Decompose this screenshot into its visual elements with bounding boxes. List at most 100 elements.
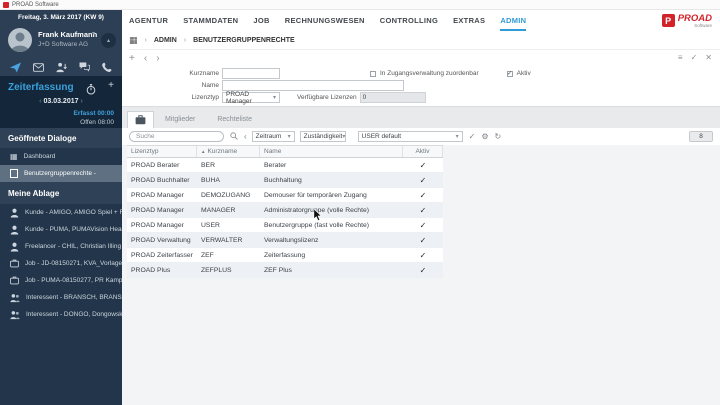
current-date: 03.03.2017	[43, 98, 79, 105]
breadcrumb-benutzergruppenrechte[interactable]: BENUTZERGRUPPENRECHTE	[193, 37, 295, 44]
sidebar-date: Freitag, 3. März 2017 (KW 9)	[0, 10, 122, 24]
add-record-button[interactable]: +	[129, 53, 135, 64]
briefcase-icon	[135, 115, 146, 125]
tab-mitglieder[interactable]: Mitglieder	[154, 111, 206, 128]
proad-window: PROAD Software Freitag, 3. März 2017 (KW…	[0, 0, 720, 405]
apply-filter-icon[interactable]: ✓	[469, 132, 476, 141]
zustaendigkeit-select[interactable]: Zuständigkeit ▾	[299, 131, 346, 142]
menu-icon[interactable]: ≡	[678, 53, 683, 62]
prev-record-button[interactable]: ‹	[144, 53, 147, 64]
apps-grid-icon[interactable]: ▦	[129, 35, 138, 45]
table-row[interactable]: PROAD Manager DEMOZUGANG Demouser für te…	[127, 188, 443, 203]
gear-icon[interactable]: ⚙	[481, 132, 488, 141]
aktiv-check: ✓	[419, 190, 427, 200]
col-name[interactable]: Name	[260, 146, 403, 157]
close-icon[interactable]: ✕	[705, 53, 712, 62]
ablage-item-freelancer-chil[interactable]: Freelancer - CHIL, Christian Illing	[0, 238, 122, 255]
table-row[interactable]: PROAD Berater BER Berater ✓	[127, 158, 443, 173]
next-record-button[interactable]: ›	[156, 53, 159, 64]
refresh-icon[interactable]: ↻	[495, 132, 502, 141]
ablage-item-kunde-amigo[interactable]: Kunde - AMIGO, AMIGO Spiel + Freiz...	[0, 204, 122, 221]
chevron-down-icon: ▾	[455, 134, 459, 140]
detail-tabs: Mitglieder Rechteliste	[127, 111, 263, 128]
menu-agentur[interactable]: AGENTUR	[129, 16, 168, 31]
col-aktiv[interactable]: Aktiv	[403, 146, 443, 157]
save-icon[interactable]: ✓	[691, 53, 698, 62]
table-row[interactable]: PROAD Manager USER Benutzergruppe (fast …	[127, 218, 443, 233]
chevron-down-icon[interactable]: ▾	[92, 30, 95, 37]
table-row[interactable]: PROAD Zeiterfasser ZEF Zeiterfassung ✓	[127, 248, 443, 263]
table-row[interactable]: PROAD Manager MANAGER Administratorgrupp…	[127, 203, 443, 218]
search-input[interactable]	[129, 131, 224, 142]
send-icon[interactable]	[10, 61, 21, 73]
user-transfer-icon[interactable]	[56, 62, 67, 73]
table-row[interactable]: PROAD Buchhalter BUHA Buchhaltung ✓	[127, 173, 443, 188]
ablage-section-header: Meine Ablage	[0, 182, 122, 204]
aktiv-checkbox[interactable]: ✓	[506, 70, 513, 77]
kurzname-input[interactable]	[222, 68, 280, 79]
quick-actions	[0, 58, 122, 76]
menu-admin[interactable]: ADMIN	[500, 16, 527, 31]
ablage-item-interessent-dongo[interactable]: Interessent - DONGO, Dongowski & S...	[0, 306, 122, 323]
table-row[interactable]: PROAD Plus ZEFPLUS ZEF Plus ✓	[127, 263, 443, 278]
zeitraum-select[interactable]: Zeitraum ▾	[251, 131, 295, 142]
menu-rechnungswesen[interactable]: RECHNUNGSWESEN	[285, 16, 365, 31]
col-lizenztyp[interactable]: Lizenztyp	[127, 146, 197, 157]
chevron-down-icon: ▾	[287, 134, 291, 140]
app-icon	[3, 1, 9, 8]
col-kurzname[interactable]: ▲ Kurzname	[197, 146, 260, 157]
collapse-filter-icon[interactable]: ‹	[244, 132, 247, 141]
lizenztyp-label: Lizenztyp	[191, 94, 219, 101]
prev-day-button[interactable]: ‹	[39, 98, 41, 105]
aktiv-check: ✓	[419, 220, 427, 230]
aktiv-check: ✓	[419, 235, 427, 245]
collapse-button[interactable]: ▴	[101, 33, 116, 48]
name-label: Name	[201, 82, 219, 89]
ablage-item-interessent-bransch[interactable]: Interessent - BRANSCH, BRANSCH &...	[0, 289, 122, 306]
person-icon	[10, 225, 19, 234]
sidebar-item-benutzergruppenrechte[interactable]: Benutzergruppenrechte -	[0, 165, 122, 182]
license-table: Lizenztyp ▲ Kurzname Name Aktiv PROAD Ber…	[127, 145, 443, 278]
ablage-item-kunde-puma[interactable]: Kunde - PUMA, PUMAVision Headqu...	[0, 221, 122, 238]
aktiv-check: ✓	[419, 175, 427, 185]
menu-extras[interactable]: EXTRAS	[453, 16, 485, 31]
menu-stammdaten[interactable]: STAMMDATEN	[183, 16, 238, 31]
zeiterfassung-title: Zeiterfassung	[8, 82, 74, 93]
tab-rechteliste[interactable]: Rechteliste	[206, 111, 263, 128]
ablage-item-job-jd[interactable]: Job - JD-08150271, KVA_Vorlagen, J...	[0, 255, 122, 272]
lizenztyp-select[interactable]: PROAD Manager ▾	[222, 91, 280, 105]
zeiterfassung-panel: Zeiterfassung + ‹ 03.03.2017 › Erfasst 0…	[0, 76, 122, 128]
search-icon[interactable]	[230, 131, 238, 142]
menu-controlling[interactable]: CONTROLLING	[380, 16, 438, 31]
sidebar-item-dashboard[interactable]: ▦ Dashboard	[0, 148, 122, 165]
breadcrumb-admin[interactable]: ADMIN	[154, 37, 177, 44]
dialog-icon	[10, 169, 18, 178]
user-default-select[interactable]: USER default ▾	[357, 131, 463, 142]
kurzname-label: Kurzname	[189, 70, 219, 77]
ablage-item-job-puma[interactable]: Job - PUMA-08150277, PR Kampagn...	[0, 272, 122, 289]
grid-icon: ▦	[10, 151, 18, 161]
next-day-button[interactable]: ›	[80, 98, 82, 105]
record-form: + ‹ › ≡ ✓ ✕ Kurzname In Zugangsverwaltun…	[122, 50, 720, 106]
user-card[interactable]: Frank Kaufmann ▾ J+D Software AG ▴	[0, 24, 122, 58]
add-time-button[interactable]: +	[108, 80, 114, 91]
offen-value: Offen 08:00	[80, 119, 114, 126]
main-menu: AGENTUR STAMMDATEN JOB RECHNUNGSWESEN CO…	[129, 10, 527, 31]
people-icon	[10, 310, 20, 319]
chevron-down-icon: ▾	[342, 134, 346, 140]
breadcrumb-separator: ›	[183, 36, 187, 44]
menu-job[interactable]: JOB	[253, 16, 269, 31]
avatar[interactable]	[8, 28, 32, 52]
chat-icon[interactable]	[79, 62, 90, 72]
proad-logo: P PROAD Software	[661, 14, 712, 28]
main-area: AGENTUR STAMMDATEN JOB RECHNUNGSWESEN CO…	[122, 10, 720, 405]
tab-allgemein[interactable]	[127, 111, 154, 128]
dialogs-section-header: Geöffnete Dialoge	[0, 128, 122, 148]
record-count-badge[interactable]: 8	[689, 131, 713, 142]
zugang-checkbox[interactable]	[370, 70, 376, 77]
name-input[interactable]	[222, 80, 404, 91]
chevron-down-icon: ▾	[272, 95, 276, 101]
mail-icon[interactable]	[33, 62, 44, 72]
phone-icon[interactable]	[102, 62, 112, 72]
table-row[interactable]: PROAD Verwaltung VERWALTER Verwaltungsli…	[127, 233, 443, 248]
